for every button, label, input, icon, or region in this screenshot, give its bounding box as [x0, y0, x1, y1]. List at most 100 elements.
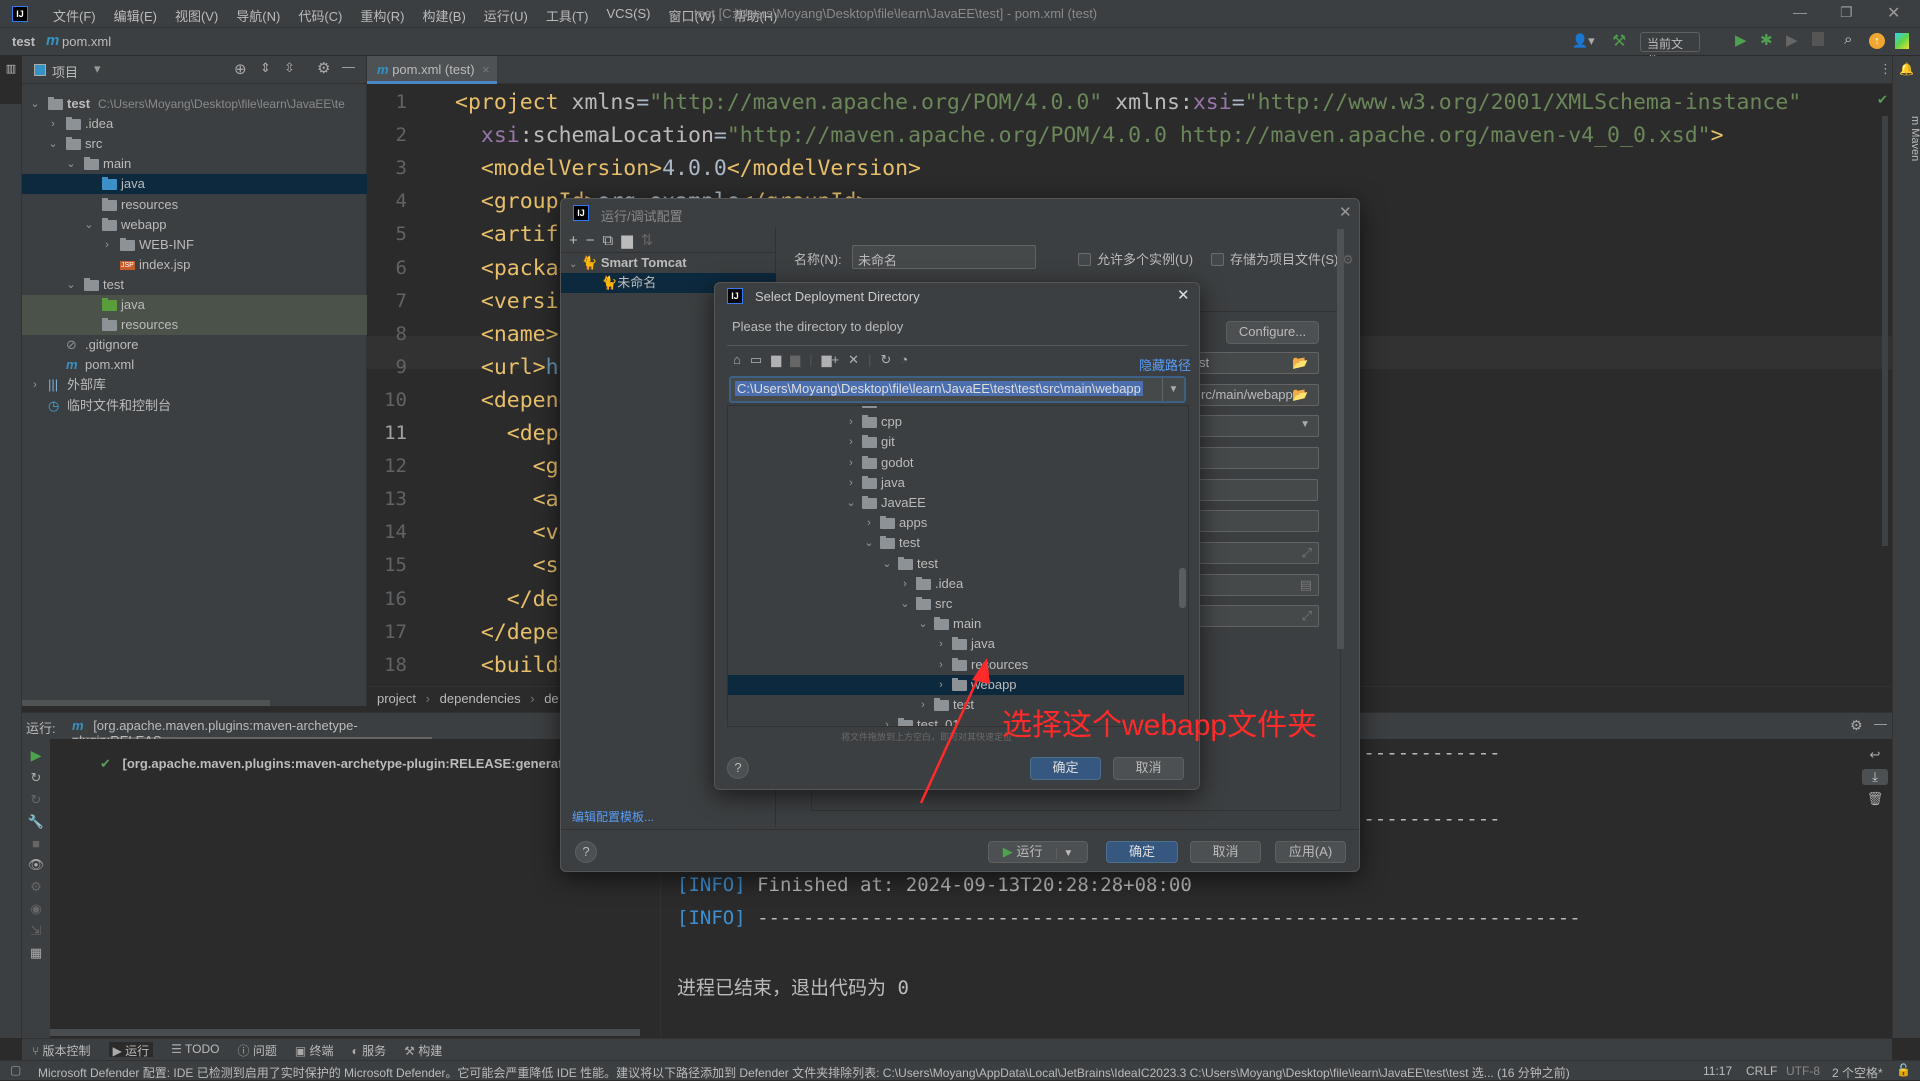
directory-tree-item[interactable]: ⌄ JavaEE — [728, 493, 1184, 513]
home-icon[interactable]: ⌂ — [733, 352, 741, 367]
directory-tree-item[interactable]: › git — [728, 432, 1184, 452]
chevron-down-icon[interactable]: ▼ — [1056, 848, 1074, 859]
debug-icon[interactable]: ✱ — [1760, 31, 1773, 49]
chevron-down-icon[interactable]: ⌄ — [30, 94, 40, 114]
chevron-right-icon[interactable]: › — [48, 114, 58, 134]
project-tree-item[interactable]: ⌄ webapp — [22, 215, 367, 235]
run-tree-item[interactable]: ✔ [org.apache.maven.plugins:maven-archet… — [100, 753, 606, 772]
store-as-file-checkbox[interactable]: 存储为项目文件(S) ⚙ — [1211, 249, 1354, 268]
code-line[interactable]: <project xmlns="http://maven.apache.org/… — [455, 86, 1801, 119]
status-toggle-icon[interactable]: ▢ — [10, 1063, 21, 1077]
chevron-down-icon[interactable]: ⌄ — [918, 614, 928, 634]
directory-tree-item[interactable]: › apps — [728, 513, 1184, 533]
trash-icon[interactable]: 🗑 — [1858, 791, 1892, 807]
project-tree-item[interactable]: java — [22, 295, 367, 315]
close-icon[interactable]: ✕ — [1339, 203, 1352, 221]
code-line[interactable]: </dep — [455, 583, 572, 616]
project-folder-icon[interactable]: ▆ — [771, 352, 781, 368]
run-icon[interactable]: ▶ — [1735, 31, 1747, 49]
more-icon[interactable]: ⋮ — [1879, 61, 1892, 77]
bottom-tool-0[interactable]: ⑂ 版本控制 — [32, 1042, 91, 1058]
user-icon[interactable]: 👤▾ — [1572, 33, 1595, 49]
project-tree-item[interactable]: › ||| 外部库 — [22, 375, 367, 395]
code-line[interactable]: <versio — [455, 285, 572, 318]
folder-open-icon[interactable]: 📂 — [1292, 387, 1308, 403]
code-line[interactable]: <build> — [455, 649, 572, 682]
code-line[interactable]: <ar — [455, 483, 572, 516]
stop-icon[interactable]: ■ — [22, 836, 50, 851]
chevron-right-icon[interactable]: › — [102, 235, 112, 255]
bottom-tool-3[interactable]: ⓘ 问题 — [237, 1042, 276, 1058]
project-tree-item[interactable]: ⌄ src — [22, 134, 367, 154]
code-line[interactable]: xsi:schemaLocation="http://maven.apache.… — [455, 119, 1724, 152]
chevron-right-icon[interactable]: › — [846, 412, 856, 432]
bottom-tool-4[interactable]: ▣ 终端 — [295, 1042, 334, 1058]
gear-icon[interactable]: ⚙ — [1850, 717, 1863, 734]
menu-item[interactable]: 工具(T) — [537, 6, 598, 25]
gear-icon[interactable]: ⚙ — [317, 59, 330, 77]
project-tree-item[interactable]: ⌄ test C:\Users\Moyang\Desktop\file\learn\… — [22, 94, 367, 114]
hide-path-link[interactable]: 隐藏路径 — [1139, 355, 1191, 374]
maven-tool-button[interactable]: m Maven — [1893, 116, 1920, 161]
form-scrollbar[interactable] — [1337, 229, 1344, 649]
run-tab[interactable]: m [org.apache.maven.plugins:maven-archet… — [72, 713, 432, 748]
refresh-icon[interactable]: ↻ — [880, 352, 891, 368]
chevron-down-icon[interactable]: ⌄ — [84, 215, 94, 235]
project-tree-item[interactable]: java — [22, 174, 367, 195]
eye-icon[interactable]: 👁 — [22, 857, 50, 873]
directory-tree-item[interactable]: ⌄ test — [728, 554, 1184, 574]
crumb-dependencies[interactable]: dependencies — [440, 691, 521, 706]
code-line[interactable]: <sc — [455, 549, 572, 582]
rerun-icon[interactable]: ▶ — [22, 747, 50, 764]
path-combobox[interactable]: C:\Users\Moyang\Desktop\file\learn\JavaE… — [729, 376, 1186, 403]
stop-icon[interactable] — [1812, 32, 1824, 46]
expand-icon[interactable]: ⤢ — [1302, 608, 1312, 624]
chevron-right-icon[interactable]: › — [846, 432, 856, 452]
menu-item[interactable]: 编辑(E) — [105, 6, 166, 25]
chevron-down-icon[interactable]: ⌄ — [882, 554, 892, 574]
search-icon[interactable]: ⌕ — [1844, 31, 1852, 48]
collapse-all-icon[interactable]: ⇳ — [284, 60, 295, 76]
rerun-failed-icon[interactable]: ↻ — [22, 792, 50, 808]
update-icon[interactable]: ↑ — [1869, 33, 1885, 49]
code-line[interactable]: <depend — [455, 384, 572, 417]
ok-button[interactable]: 确定 — [1106, 841, 1178, 863]
code-line[interactable]: <packag — [455, 252, 572, 285]
tree-scrollbar[interactable] — [1179, 568, 1186, 608]
close-tab-icon[interactable]: × — [482, 62, 490, 77]
project-tree-item[interactable]: › .idea — [22, 114, 367, 134]
crumb-project[interactable]: project — [377, 691, 416, 706]
directory-tree-item[interactable]: › godot — [728, 453, 1184, 473]
wrench-icon[interactable]: 🔧 — [22, 814, 50, 830]
help-button[interactable]: ? — [575, 841, 597, 863]
code-line[interactable]: <depe — [455, 417, 572, 450]
project-tree-item[interactable]: ⌄ test — [22, 275, 367, 295]
status-message[interactable]: Microsoft Defender 配置: IDE 已检测到启用了实时保护的 … — [38, 1064, 1658, 1081]
configure-button[interactable]: Configure... — [1226, 321, 1319, 344]
project-tree-item[interactable]: m pom.xml — [22, 355, 367, 375]
hide-icon[interactable]: — — [342, 59, 355, 74]
soft-wrap-icon[interactable]: ↩ — [1858, 747, 1892, 763]
apply-button[interactable]: 应用(A) — [1275, 841, 1346, 863]
chevron-down-icon[interactable]: ▼ — [1162, 378, 1184, 401]
code-line[interactable]: <url>ht — [455, 351, 572, 384]
project-panel-title[interactable]: 项目 — [52, 62, 78, 81]
chevron-down-icon[interactable]: ⌄ — [48, 134, 58, 154]
code-line[interactable]: <name>t — [455, 318, 572, 351]
cancel-button[interactable]: 取消 — [1190, 841, 1261, 863]
project-tool-button[interactable]: ▥ — [0, 56, 22, 104]
ok-button[interactable]: 确定 — [1030, 757, 1101, 780]
chevron-right-icon[interactable]: › — [846, 453, 856, 473]
lock-icon[interactable]: 🔓 — [1896, 1063, 1911, 1077]
code-line[interactable]: <modelVersion>4.0.0</modelVersion> — [455, 152, 921, 185]
menu-item[interactable]: 重构(R) — [351, 6, 413, 25]
breadcrumb-project[interactable]: test — [12, 34, 35, 49]
project-tree-item[interactable]: ◷ 临时文件和控制台 — [22, 396, 367, 416]
run-config-selector[interactable]: 当前文件 ▾ — [1640, 32, 1700, 68]
close-icon[interactable]: ✕ — [1177, 286, 1190, 304]
indent-setting[interactable]: 2 个空格* — [1832, 1064, 1883, 1081]
horizontal-scrollbar[interactable] — [50, 1029, 640, 1036]
edit-templates-link[interactable]: 编辑配置模板... — [572, 808, 654, 825]
menu-item[interactable]: 文件(F) — [44, 6, 105, 25]
help-button[interactable]: ? — [727, 757, 749, 779]
